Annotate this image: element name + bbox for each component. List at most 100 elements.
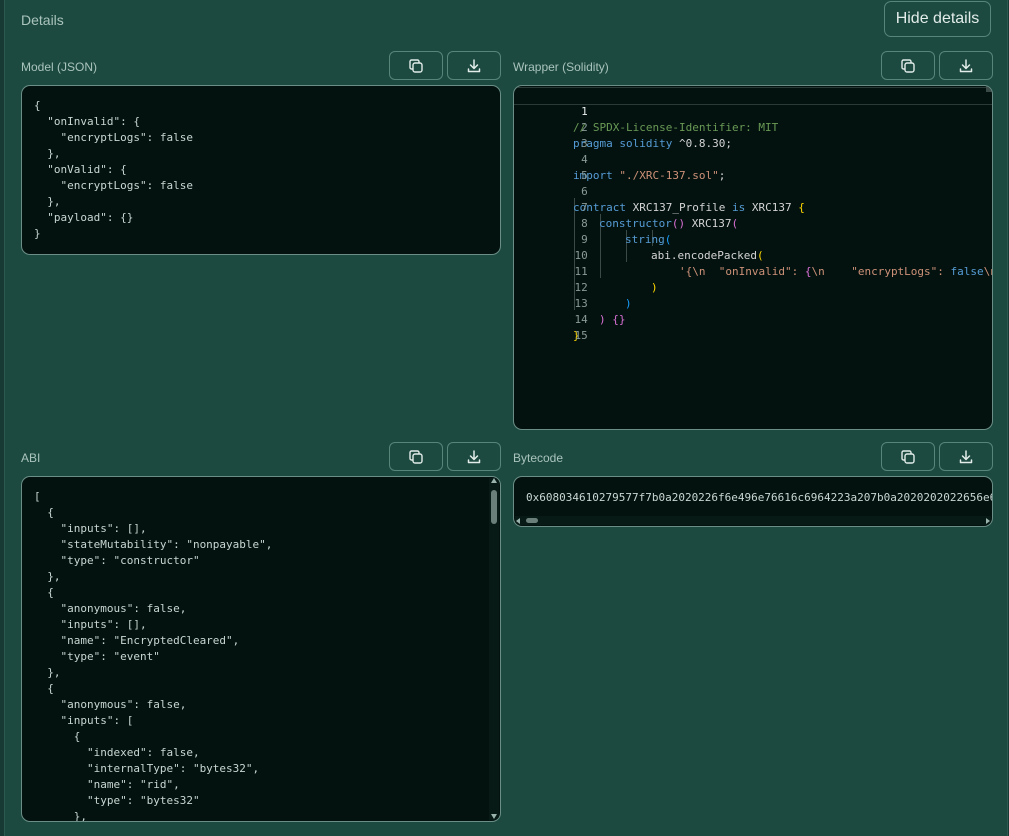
string-token: "./XRC-137.sol" — [619, 169, 719, 182]
code-line: 8 string( — [514, 200, 671, 246]
keyword-token: false — [950, 265, 984, 278]
line-text: ) — [651, 281, 658, 294]
code-line: 12 ) — [514, 264, 632, 310]
download-icon — [959, 449, 973, 463]
download-icon — [959, 58, 973, 72]
line-number: 5 — [581, 169, 588, 182]
current-line-highlight — [514, 87, 992, 105]
plain-token: XRC137 — [745, 201, 799, 214]
code-line: 1 // SPDX-License-Identifier: MIT — [514, 88, 778, 134]
abi-label: ABI — [21, 451, 41, 465]
download-icon — [467, 58, 481, 72]
keyword-token: constructor — [599, 217, 672, 230]
bracket-token: {} — [605, 313, 626, 326]
string-token: \n "encryptLogs": — [811, 265, 951, 278]
line-number: 4 — [581, 153, 588, 166]
line-number: 13 — [574, 297, 588, 310]
bracket-token: ( — [731, 217, 739, 230]
keyword-token: is — [731, 201, 746, 214]
copy-icon — [409, 449, 423, 464]
plain-token: ^0.8.30; — [672, 137, 732, 150]
bytecode-viewer[interactable]: 0x608034610279577f7b0a2020226f6e496e7661… — [513, 476, 993, 527]
string-token: \n — [983, 265, 992, 278]
bytecode-text: 0x608034610279577f7b0a2020226f6e496e7661… — [526, 491, 993, 504]
keyword-token: string — [625, 233, 665, 246]
hide-details-button[interactable]: Hide details — [884, 1, 991, 37]
plain-token: ; — [718, 169, 726, 182]
line-number: 11 — [574, 265, 588, 278]
code-line: 10 '{\n "onInvalid": {\n "encryptLogs": … — [514, 232, 993, 278]
line-text: constructor() XRC137( — [599, 216, 738, 232]
abi-scrollbar-track[interactable] — [489, 478, 499, 820]
line-text: ) — [625, 297, 632, 310]
string-token: '{\n "onInvalid": — [679, 265, 805, 278]
abi-json-code: [ { "inputs": [], "stateMutability": "no… — [34, 490, 273, 822]
code-line: 6 contract XRC137_Profile is XRC137 { — [514, 168, 805, 214]
wrapper-download-button[interactable] — [939, 51, 993, 80]
details-panel: Details Hide details Model (JSON) { "onI… — [4, 0, 1008, 836]
bytecode-scrollbar-track[interactable] — [515, 516, 991, 525]
code-line: 7 constructor() XRC137( — [514, 184, 738, 230]
copy-icon — [901, 58, 915, 73]
code-line: 14 } — [514, 296, 588, 342]
line-text: contract XRC137_Profile is XRC137 { — [573, 200, 805, 216]
abi-copy-button[interactable] — [389, 442, 443, 471]
model-json-code: { "onInvalid": { "encryptLogs": false },… — [34, 99, 193, 240]
line-text: ) {} — [599, 312, 626, 328]
code-line: 15 — [514, 312, 588, 342]
model-copy-button[interactable] — [389, 51, 443, 80]
scroll-left-arrow-icon[interactable] — [516, 518, 520, 524]
line-number: 2 — [581, 121, 588, 134]
line-number: 6 — [581, 185, 588, 198]
line-number: 7 — [581, 201, 588, 214]
model-json-viewer[interactable]: { "onInvalid": { "encryptLogs": false },… — [21, 85, 501, 255]
code-line: 11 ) — [514, 248, 658, 294]
download-icon — [467, 449, 481, 463]
scroll-up-arrow-icon[interactable] — [491, 478, 497, 483]
line-text: string( — [625, 232, 671, 248]
line-text: abi.encodePacked( — [651, 248, 764, 264]
wrapper-solidity-label: Wrapper (Solidity) — [513, 60, 609, 74]
line-number: 8 — [581, 217, 588, 230]
code-line: 2 pragma solidity ^0.8.30; — [514, 104, 732, 150]
abi-scrollbar-thumb[interactable] — [491, 490, 497, 524]
line-number: 3 — [581, 137, 588, 150]
bytecode-label: Bytecode — [513, 451, 564, 465]
copy-icon — [409, 58, 423, 73]
scroll-down-arrow-icon[interactable] — [491, 814, 497, 819]
keyword-token: pragma solidity — [573, 137, 673, 150]
abi-download-button[interactable] — [447, 442, 501, 471]
abi-json-viewer[interactable]: [ { "inputs": [], "stateMutability": "no… — [21, 476, 501, 822]
bracket-token: ( — [756, 249, 764, 262]
wrapper-copy-button[interactable] — [881, 51, 935, 80]
editor-scrollbar-thumb[interactable] — [986, 86, 992, 92]
line-number: 12 — [574, 281, 588, 294]
bracket-token: ( — [664, 233, 672, 246]
bytecode-download-button[interactable] — [939, 442, 993, 471]
model-download-button[interactable] — [447, 51, 501, 80]
code-line: 3 — [514, 120, 588, 150]
code-line: 13 ) {} — [514, 280, 626, 326]
bracket-token: ) — [599, 313, 606, 326]
line-number: 9 — [581, 233, 588, 246]
line-text: // SPDX-License-Identifier: MIT — [573, 121, 779, 134]
wrapper-code-editor[interactable]: 1 // SPDX-License-Identifier: MIT 2 prag… — [513, 85, 993, 430]
plain-token: abi.encodePacked — [651, 249, 757, 262]
scroll-right-arrow-icon[interactable] — [986, 518, 990, 524]
plain-token: XRC137_Profile — [625, 201, 732, 214]
line-number: 14 — [574, 313, 588, 326]
plain-token: XRC137 — [685, 217, 732, 230]
model-json-label: Model (JSON) — [21, 60, 98, 74]
bytecode-copy-button[interactable] — [881, 442, 935, 471]
line-text: pragma solidity ^0.8.30; — [573, 136, 732, 152]
code-line: 4 import "./XRC-137.sol"; — [514, 136, 725, 182]
line-text: '{\n "onInvalid": {\n "encryptLogs": fal… — [679, 264, 992, 280]
code-line: 5 — [514, 152, 588, 182]
bytecode-scrollbar-thumb[interactable] — [526, 518, 538, 523]
copy-icon — [901, 449, 915, 464]
details-title: Details — [21, 12, 64, 28]
bracket-token: { — [798, 201, 805, 214]
line-number: 10 — [574, 249, 588, 262]
bracket-token: () — [671, 217, 686, 230]
line-number: 15 — [574, 329, 588, 342]
